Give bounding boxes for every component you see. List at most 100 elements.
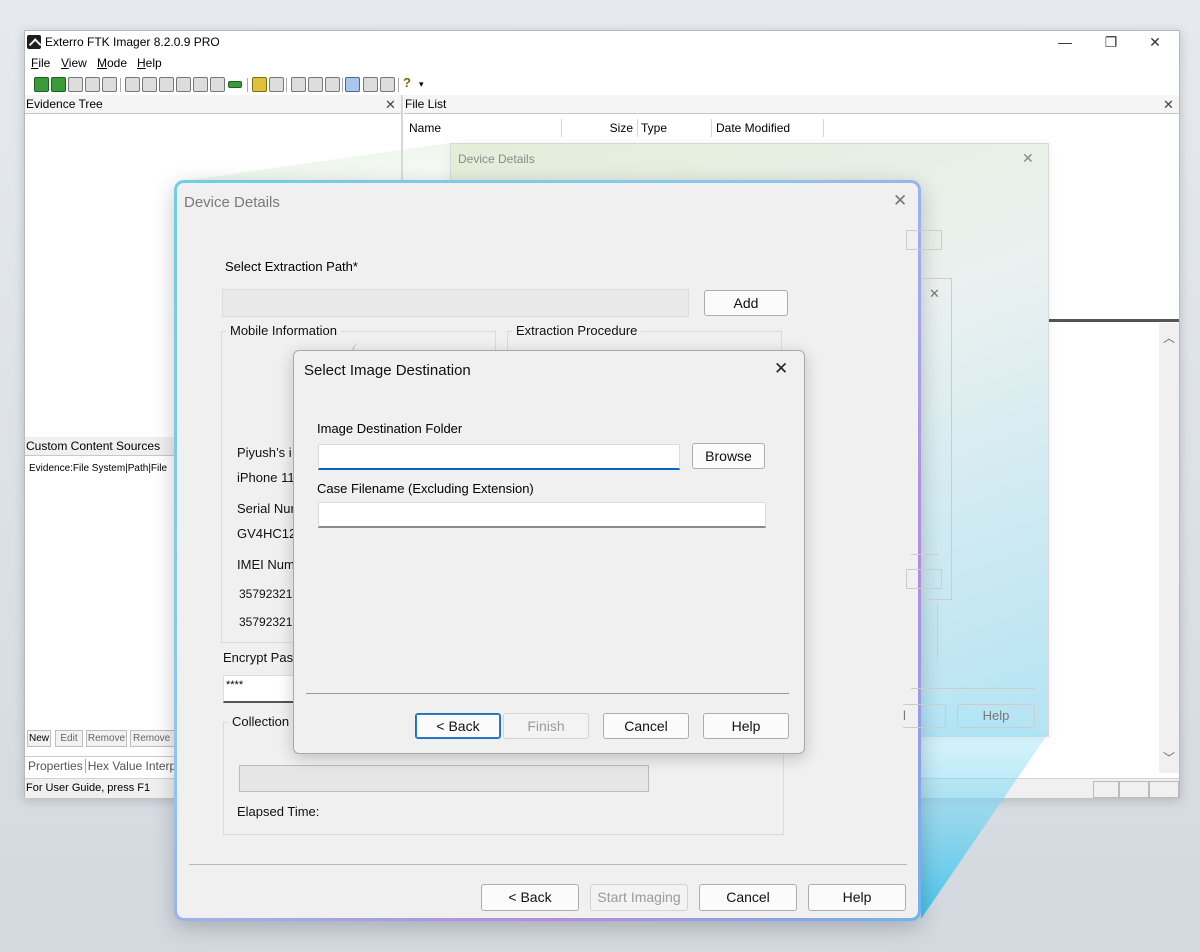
column-name[interactable]: Name [405, 119, 562, 137]
pane-divider [1049, 319, 1179, 322]
hex-view-icon[interactable] [380, 77, 395, 92]
cancel-button[interactable]: Cancel [699, 884, 797, 911]
close-file-list-icon[interactable]: ✕ [1163, 97, 1174, 113]
menu-mode[interactable]: Mode [97, 56, 127, 70]
bg-close-icon[interactable]: ✕ [1022, 150, 1034, 167]
memory-bar-icon[interactable] [228, 81, 242, 88]
verify-drive-icon[interactable] [159, 77, 174, 92]
finish-button[interactable]: Finish [503, 713, 589, 739]
column-date-modified[interactable]: Date Modified [712, 119, 824, 137]
dialog-title: Device Details [184, 194, 280, 211]
create-custom-image-icon[interactable] [308, 77, 323, 92]
evidence-tree-title: Evidence Tree [26, 97, 103, 111]
evidence-tree-header: Evidence Tree [25, 95, 401, 114]
minimize-button[interactable]: — [1043, 33, 1087, 51]
remove-all-icon[interactable] [102, 77, 117, 92]
toolbar: ? ▾ [25, 75, 1179, 95]
bg-inner-close-icon[interactable]: ✕ [929, 286, 940, 302]
close-evidence-tree-icon[interactable]: ✕ [385, 97, 396, 113]
bg-help-button[interactable]: Help [957, 704, 1035, 728]
edit-button[interactable]: Edit [55, 730, 83, 747]
view-files-icon[interactable] [325, 77, 340, 92]
new-button[interactable]: New [27, 730, 51, 747]
toolbar-separator [120, 78, 121, 92]
menu-view-accel: V [61, 56, 69, 70]
file-list-title: File List [405, 97, 447, 111]
start-imaging-button[interactable]: Start Imaging [590, 884, 688, 911]
window-title: Exterro FTK Imager 8.2.0.9 PRO [45, 35, 220, 49]
help-button[interactable]: Help [808, 884, 906, 911]
imei-value-1: 35792321 [239, 587, 293, 601]
obtain-protected-files-icon[interactable] [193, 77, 208, 92]
tab-properties[interactable]: Properties [25, 759, 83, 773]
title-bar: Exterro FTK Imager 8.2.0.9 PRO — ❐ ✕ [25, 31, 1179, 53]
add-evidence-icon[interactable] [34, 77, 49, 92]
export-hash-icon[interactable] [269, 77, 284, 92]
vertical-scrollbar[interactable] [1159, 323, 1179, 773]
select-image-destination-dialog: Select Image Destination ✕ Image Destina… [293, 350, 805, 754]
remove-all-button[interactable]: Remove A [130, 730, 176, 747]
collection-label: Collection [228, 714, 294, 729]
export-files-icon[interactable] [252, 77, 267, 92]
image-destination-folder-input[interactable] [318, 444, 680, 470]
create-image-icon[interactable] [125, 77, 140, 92]
browse-button[interactable]: Browse [692, 443, 765, 469]
dialog-divider [189, 864, 907, 865]
toolbar-separator [286, 78, 287, 92]
menu-help-accel: H [137, 56, 146, 70]
back-button[interactable]: < Back [481, 884, 579, 911]
tab-hex-value-interpreter[interactable]: Hex Value Interpre [84, 759, 185, 773]
sid-divider [306, 693, 789, 694]
status-pane [1149, 781, 1179, 798]
menu-view-label: iew [68, 56, 87, 70]
menu-help-label: elp [145, 56, 162, 70]
remove-evidence-icon[interactable] [85, 77, 100, 92]
extraction-path-field[interactable] [222, 289, 689, 317]
add-to-custom-content-icon[interactable] [291, 77, 306, 92]
menu-view[interactable]: View [61, 56, 87, 70]
device-name: Piyush’s i [237, 445, 292, 460]
help-icon[interactable]: ? [403, 75, 411, 90]
menu-help[interactable]: Help [137, 56, 162, 70]
scroll-down-icon[interactable]: ﹀ [1163, 749, 1175, 766]
mobile-information-label: Mobile Information [226, 323, 341, 338]
restore-button[interactable]: ❐ [1089, 33, 1133, 51]
text-view-icon[interactable] [363, 77, 378, 92]
status-pane [1093, 781, 1119, 798]
sid-close-icon[interactable]: ✕ [774, 359, 788, 379]
menu-mode-accel: M [97, 56, 107, 70]
column-size[interactable]: Size [562, 119, 638, 137]
dropdown-arrow-icon[interactable]: ▾ [419, 79, 424, 90]
menu-file-label: ile [38, 56, 51, 70]
image-mounting-icon[interactable] [68, 77, 83, 92]
sid-cancel-button[interactable]: Cancel [603, 713, 689, 739]
bg-field [906, 230, 942, 250]
elapsed-time-label: Elapsed Time: [237, 804, 320, 819]
scroll-up-icon[interactable]: ︿ [1163, 329, 1175, 346]
sid-help-button[interactable]: Help [703, 713, 789, 739]
menu-mode-label: ode [107, 56, 128, 70]
ftk-app-icon [27, 35, 41, 49]
bg-field [906, 569, 942, 589]
menu-file[interactable]: File [31, 56, 50, 70]
bg-cancel-button[interactable]: l [903, 704, 946, 728]
capture-memory-icon[interactable] [176, 77, 191, 92]
case-filename-input[interactable] [318, 502, 766, 528]
close-dialog-icon[interactable]: ✕ [893, 191, 907, 211]
natural-view-icon[interactable] [345, 77, 360, 92]
bg-panel [911, 602, 938, 662]
file-list-header: File List [404, 95, 1179, 114]
export-image-icon[interactable] [142, 77, 157, 92]
detect-efs-icon[interactable] [210, 77, 225, 92]
add-all-evidence-icon[interactable] [51, 77, 66, 92]
custom-content-title: Custom Content Sources [26, 439, 161, 453]
bg-divider [911, 688, 1035, 689]
close-window-button[interactable]: ✕ [1133, 33, 1177, 51]
case-filename-label: Case Filename (Excluding Extension) [317, 481, 534, 496]
custom-content-entry[interactable]: Evidence:File System|Path|File [29, 463, 167, 474]
encrypt-password-label: Encrypt Pas [223, 650, 294, 665]
remove-button[interactable]: Remove [86, 730, 127, 747]
sid-back-button[interactable]: < Back [415, 713, 501, 739]
add-button[interactable]: Add [704, 290, 788, 316]
column-type[interactable]: Type [638, 119, 712, 137]
